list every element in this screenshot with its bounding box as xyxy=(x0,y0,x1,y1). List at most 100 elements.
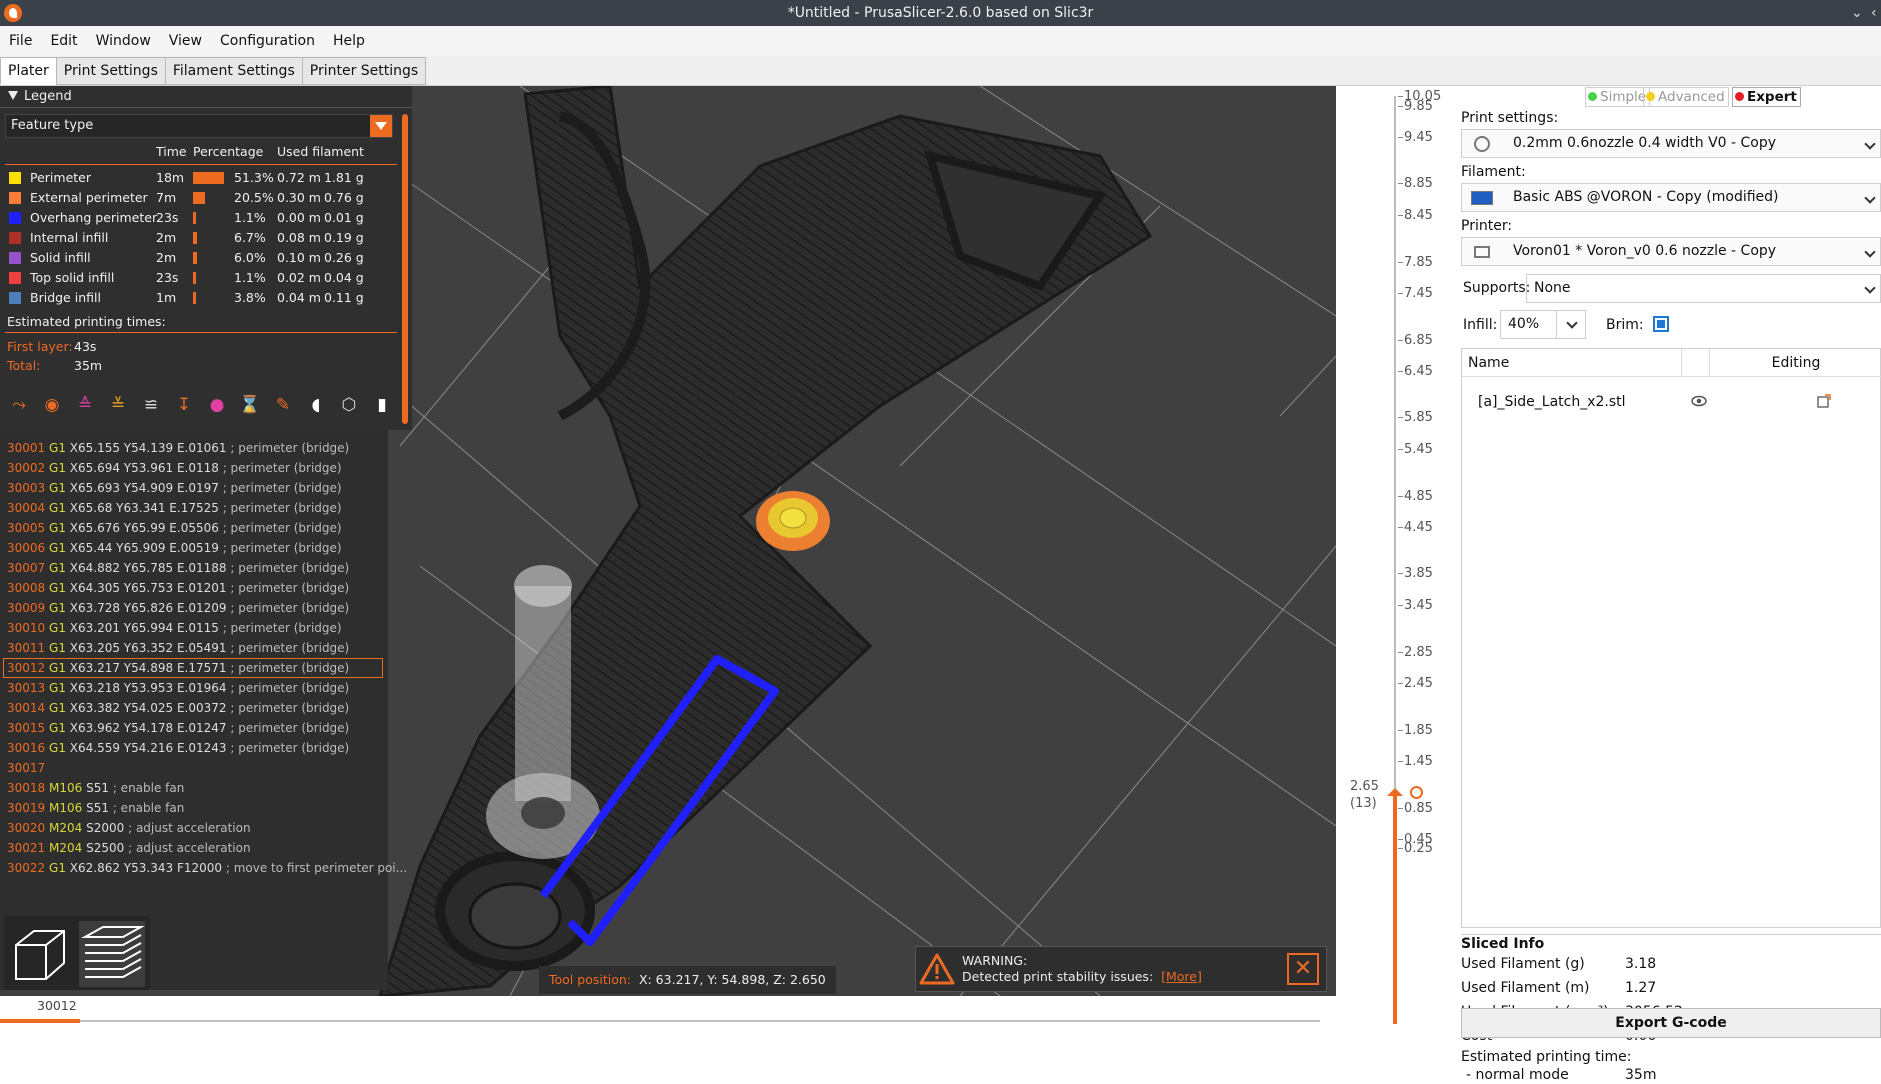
pause-prints-icon[interactable]: ⌛ xyxy=(237,392,263,418)
tool-marker-icon[interactable]: ▮ xyxy=(369,392,395,418)
legend-row[interactable]: Top solid infill 23s 1.1% 0.02 m 0.04 g xyxy=(0,268,400,288)
brim-checkbox[interactable] xyxy=(1653,316,1669,332)
layer-slider-thumb[interactable] xyxy=(1387,788,1403,796)
gcode-line[interactable]: 30011 G1 X63.205 Y63.352 E.05491 ; perim… xyxy=(7,638,349,658)
legend-row[interactable]: Overhang perimeter 23s 1.1% 0.00 m 0.01 g xyxy=(0,208,400,228)
feature-weight: 0.11 g xyxy=(324,290,364,305)
supports-select[interactable]: None xyxy=(1526,274,1881,303)
gcode-line[interactable]: 30020 M204 S2000 ; adjust acceleration xyxy=(7,818,251,838)
gcode-line[interactable]: 30002 G1 X65.694 Y53.961 E.0118 ; perime… xyxy=(7,458,342,478)
chevron-down-icon[interactable] xyxy=(1864,192,1876,204)
gcode-line[interactable]: 30013 G1 X63.218 Y53.953 E.01964 ; perim… xyxy=(7,678,349,698)
gcode-line[interactable]: 30003 G1 X65.693 Y54.909 E.0197 ; perime… xyxy=(7,478,342,498)
seams-icon[interactable]: ≌ xyxy=(138,392,164,418)
move-slider[interactable]: 30012 xyxy=(0,998,1336,1024)
gcode-line[interactable]: 30005 G1 X65.676 Y65.99 E.05506 ; perime… xyxy=(7,518,342,538)
layer-tick-label: 1.85 xyxy=(1404,723,1433,738)
layers-view-icon[interactable] xyxy=(79,921,145,987)
col-name[interactable]: Name xyxy=(1462,349,1682,377)
col-editing[interactable]: Editing xyxy=(1710,349,1881,377)
chevron-down-icon[interactable] xyxy=(1864,246,1876,258)
gcode-line[interactable]: 30022 G1 X62.862 Y53.343 F12000 ; move t… xyxy=(7,858,407,878)
legend-scrollbar[interactable] xyxy=(402,114,408,424)
menu-window[interactable]: Window xyxy=(87,26,160,56)
3d-preview-canvas[interactable]: Legend Feature type Time Percentage Used… xyxy=(0,86,1336,996)
gcode-line[interactable]: 30008 G1 X64.305 Y65.753 E.01201 ; perim… xyxy=(7,578,349,598)
chevron-down-icon[interactable] xyxy=(1864,282,1876,294)
gcode-line[interactable]: 30006 G1 X65.44 Y65.909 E.00519 ; perime… xyxy=(7,538,342,558)
color-changes-icon[interactable]: ● xyxy=(204,392,230,418)
legend-header[interactable]: Legend xyxy=(0,86,412,108)
printer-select[interactable]: Voron01 * Voron_v0 0.6 nozzle - Copy xyxy=(1461,237,1881,266)
sliced-row: Used Filament (g) 3.18 xyxy=(1461,952,1881,976)
gcode-line[interactable]: 30016 G1 X64.559 Y54.216 E.01243 ; perim… xyxy=(7,738,349,758)
gcode-line[interactable]: 30004 G1 X65.68 Y63.341 E.17525 ; perime… xyxy=(7,498,342,518)
feature-percentage: 6.7% xyxy=(234,230,266,245)
legend-row[interactable]: Bridge infill 1m 3.8% 0.04 m 0.11 g xyxy=(0,288,400,308)
filament-color-swatch[interactable] xyxy=(1471,191,1493,205)
infill-select[interactable]: 40% xyxy=(1500,310,1586,339)
gcode-line[interactable]: 30017 xyxy=(7,758,45,778)
legend-row[interactable]: External perimeter 7m 20.5% 0.30 m 0.76 g xyxy=(0,188,400,208)
gcode-line[interactable]: 30015 G1 X63.962 Y54.178 E.01247 ; perim… xyxy=(7,718,349,738)
mode-expert[interactable]: Expert xyxy=(1732,87,1801,107)
gcode-line[interactable]: 30009 G1 X63.728 Y65.826 E.01209 ; perim… xyxy=(7,598,349,618)
warning-more-link[interactable]: [More] xyxy=(1161,969,1202,984)
filament-label: Filament: xyxy=(1461,164,1526,180)
col-time: Time xyxy=(156,144,187,159)
gcode-line[interactable]: 30019 M106 S51 ; enable fan xyxy=(7,798,184,818)
gcode-line[interactable]: 30014 G1 X63.382 Y54.025 E.00372 ; perim… xyxy=(7,698,349,718)
col-visibility[interactable] xyxy=(1682,349,1710,377)
gcode-line[interactable]: 30021 M204 S2500 ; adjust acceleration xyxy=(7,838,251,858)
gcode-line[interactable]: 30001 G1 X65.155 Y54.139 E.01061 ; perim… xyxy=(7,438,349,458)
chevron-down-icon[interactable] xyxy=(1864,138,1876,150)
menu-configuration[interactable]: Configuration xyxy=(211,26,324,56)
collapse-triangle-icon[interactable] xyxy=(8,91,18,100)
shells-icon[interactable]: ⬡ xyxy=(336,392,362,418)
tool-changes-icon[interactable]: ↧ xyxy=(171,392,197,418)
tab-filament-settings[interactable]: Filament Settings xyxy=(164,57,303,85)
close-icon[interactable]: ✕ xyxy=(1287,953,1319,985)
object-name[interactable]: [a]_Side_Latch_x2.stl xyxy=(1478,394,1626,410)
chevron-down-icon[interactable] xyxy=(370,115,392,137)
deretractions-icon[interactable]: ≚ xyxy=(105,392,131,418)
view-type-select[interactable]: Feature type xyxy=(5,114,393,138)
gcode-line[interactable]: 30007 G1 X64.882 Y65.785 E.01188 ; perim… xyxy=(7,558,349,578)
gcode-command: M106 xyxy=(49,781,83,795)
menu-edit[interactable]: Edit xyxy=(41,26,86,56)
layer-tick-mark xyxy=(1398,527,1403,528)
minimize-icon[interactable]: ⌄ xyxy=(1851,0,1863,26)
export-gcode-button[interactable]: Export G-code xyxy=(1461,1008,1881,1038)
layer-current-index: (13) xyxy=(1350,796,1377,811)
cog-icon[interactable] xyxy=(1410,786,1423,799)
wipe-icon[interactable]: ◉ xyxy=(39,392,65,418)
tab-print-settings[interactable]: Print Settings xyxy=(55,57,166,85)
gcode-line[interactable]: 30010 G1 X63.201 Y65.994 E.0115 ; perime… xyxy=(7,618,342,638)
layer-slider[interactable]: 10.05 9.85 9.45 8.85 8.45 7.85 7.45 6.85 6.45 5.8… xyxy=(1336,86,1456,1024)
filament-select[interactable]: Basic ABS @VORON - Copy (modified) xyxy=(1461,183,1881,212)
tab-printer-settings[interactable]: Printer Settings xyxy=(301,57,427,85)
print-settings-select[interactable]: 0.2mm 0.6nozzle 0.4 width V0 - Copy xyxy=(1461,129,1881,158)
tab-plater[interactable]: Plater xyxy=(0,57,57,85)
travel-icon[interactable]: ⤳ xyxy=(6,392,32,418)
gcode-line[interactable]: 30018 M106 S51 ; enable fan xyxy=(7,778,184,798)
chevron-down-icon[interactable] xyxy=(1566,317,1578,329)
menu-file[interactable]: File xyxy=(0,26,41,56)
custom-gcodes-icon[interactable]: ✎ xyxy=(270,392,296,418)
menu-view[interactable]: View xyxy=(160,26,211,56)
legend-row[interactable]: Internal infill 2m 6.7% 0.08 m 0.19 g xyxy=(0,228,400,248)
edit-icon[interactable] xyxy=(1816,393,1832,409)
restore-icon[interactable]: ‹ xyxy=(1871,0,1877,26)
total-value: 35m xyxy=(74,358,103,373)
retractions-icon[interactable]: ≙ xyxy=(72,392,98,418)
center-of-gravity-icon[interactable]: ◖ xyxy=(303,392,329,418)
mode-simple[interactable]: Simple xyxy=(1585,87,1651,107)
mode-advanced[interactable]: Advanced xyxy=(1643,87,1729,107)
legend-row[interactable]: Perimeter 18m 51.3% 0.72 m 1.81 g xyxy=(0,168,400,188)
move-slider-track[interactable] xyxy=(0,1020,1320,1022)
legend-row[interactable]: Solid infill 2m 6.0% 0.10 m 0.26 g xyxy=(0,248,400,268)
gcode-line[interactable]: 30012 G1 X63.217 Y54.898 E.17571 ; perim… xyxy=(7,658,349,678)
eye-icon[interactable] xyxy=(1691,393,1707,409)
menu-help[interactable]: Help xyxy=(324,26,374,56)
3d-view-cube-icon[interactable] xyxy=(8,921,74,987)
